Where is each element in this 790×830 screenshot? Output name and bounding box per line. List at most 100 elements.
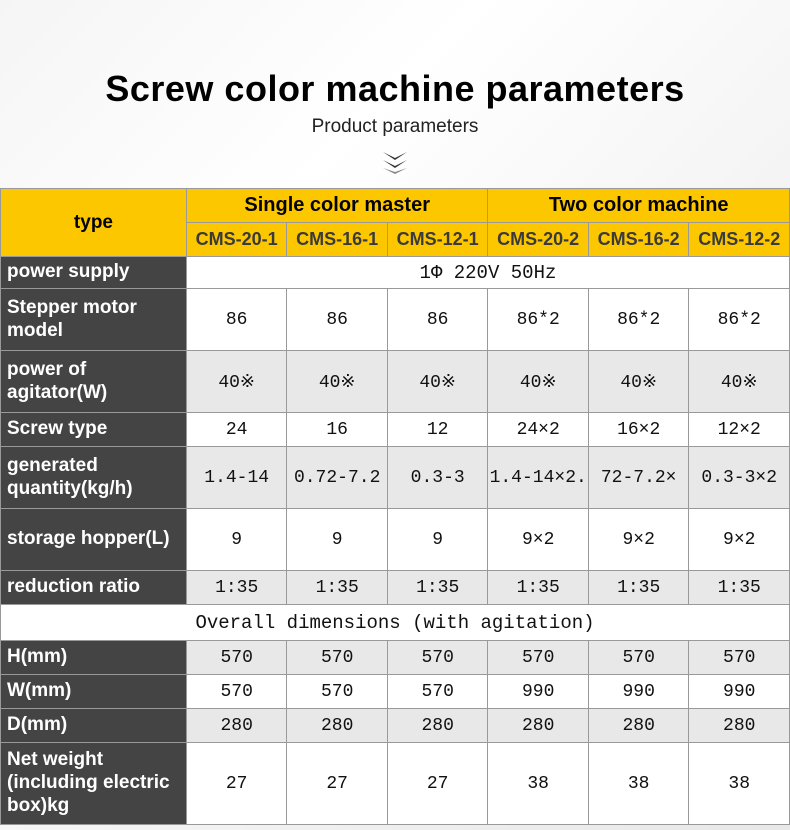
data-cell: 38 — [588, 743, 689, 825]
header-group-two: Two color machine — [488, 189, 790, 223]
data-cell: 12 — [387, 413, 488, 447]
row-d: D(mm) 280 280 280 280 280 280 — [1, 709, 790, 743]
data-cell: 1:35 — [689, 571, 790, 605]
data-cell: 570 — [588, 641, 689, 675]
row-label: reduction ratio — [1, 571, 187, 605]
data-cell: 1:35 — [488, 571, 589, 605]
row-stepper: Stepper motor model 86 86 86 86*2 86*2 8… — [1, 289, 790, 351]
model-cell: CMS-12-1 — [387, 223, 488, 257]
row-weight: Net weight (including electric box)kg 27… — [1, 743, 790, 825]
data-cell: 86 — [287, 289, 388, 351]
header: Screw color machine parameters Product p… — [0, 0, 790, 174]
data-cell: 280 — [387, 709, 488, 743]
row-label: D(mm) — [1, 709, 187, 743]
data-cell: 1:35 — [287, 571, 388, 605]
data-cell: 38 — [689, 743, 790, 825]
data-cell: 72-7.2× — [588, 447, 689, 509]
data-cell: 40※ — [186, 351, 287, 413]
section-header: Overall dimensions (with agitation) — [1, 605, 790, 641]
data-cell: 86*2 — [689, 289, 790, 351]
data-cell: 9 — [387, 509, 488, 571]
data-cell: 1:35 — [387, 571, 488, 605]
row-generated: generated quantity(kg/h) 1.4-14 0.72-7.2… — [1, 447, 790, 509]
model-cell: CMS-12-2 — [689, 223, 790, 257]
row-label: power of agitator(W) — [1, 351, 187, 413]
data-cell: 86 — [387, 289, 488, 351]
data-cell: 280 — [689, 709, 790, 743]
data-cell: 1.4-14×2. — [488, 447, 589, 509]
row-label: power supply — [1, 257, 187, 289]
row-label: W(mm) — [1, 675, 187, 709]
data-cell: 280 — [287, 709, 388, 743]
row-agitator: power of agitator(W) 40※ 40※ 40※ 40※ 40※… — [1, 351, 790, 413]
data-cell: 570 — [287, 675, 388, 709]
table-header-row: type Single color master Two color machi… — [1, 189, 790, 223]
data-cell: 40※ — [588, 351, 689, 413]
data-cell: 16 — [287, 413, 388, 447]
data-cell: 570 — [186, 641, 287, 675]
row-power-supply: power supply 1Φ 220V 50Hz — [1, 257, 790, 289]
model-cell: CMS-16-1 — [287, 223, 388, 257]
row-label: H(mm) — [1, 641, 187, 675]
row-hopper: storage hopper(L) 9 9 9 9×2 9×2 9×2 — [1, 509, 790, 571]
data-cell: 40※ — [387, 351, 488, 413]
data-cell: 27 — [186, 743, 287, 825]
data-cell: 40※ — [287, 351, 388, 413]
data-cell: 24×2 — [488, 413, 589, 447]
data-cell: 86*2 — [488, 289, 589, 351]
data-cell: 9 — [287, 509, 388, 571]
data-cell: 27 — [287, 743, 388, 825]
data-cell: 570 — [287, 641, 388, 675]
data-cell: 570 — [689, 641, 790, 675]
data-cell: 280 — [588, 709, 689, 743]
data-cell: 27 — [387, 743, 488, 825]
data-cell: 9×2 — [689, 509, 790, 571]
down-chevron-icon — [0, 152, 790, 174]
model-cell: CMS-20-2 — [488, 223, 589, 257]
page-subtitle: Product parameters — [0, 116, 790, 138]
data-cell: 570 — [186, 675, 287, 709]
data-cell: 1:35 — [588, 571, 689, 605]
data-cell: 38 — [488, 743, 589, 825]
page-title: Screw color machine parameters — [0, 68, 790, 110]
data-cell: 990 — [588, 675, 689, 709]
row-label: Stepper motor model — [1, 289, 187, 351]
row-w: W(mm) 570 570 570 990 990 990 — [1, 675, 790, 709]
data-cell: 9×2 — [488, 509, 589, 571]
power-supply-value: 1Φ 220V 50Hz — [186, 257, 789, 289]
data-cell: 280 — [186, 709, 287, 743]
data-cell: 1.4-14 — [186, 447, 287, 509]
row-screw-type: Screw type 24 16 12 24×2 16×2 12×2 — [1, 413, 790, 447]
data-cell: 12×2 — [689, 413, 790, 447]
data-cell: 570 — [387, 675, 488, 709]
data-cell: 9 — [186, 509, 287, 571]
data-cell: 0.72-7.2 — [287, 447, 388, 509]
data-cell: 9×2 — [588, 509, 689, 571]
data-cell: 570 — [387, 641, 488, 675]
row-h: H(mm) 570 570 570 570 570 570 — [1, 641, 790, 675]
data-cell: 990 — [488, 675, 589, 709]
parameter-table: type Single color master Two color machi… — [0, 188, 790, 825]
data-cell: 0.3-3×2 — [689, 447, 790, 509]
model-cell: CMS-16-2 — [588, 223, 689, 257]
row-label: Screw type — [1, 413, 187, 447]
data-cell: 40※ — [689, 351, 790, 413]
data-cell: 280 — [488, 709, 589, 743]
data-cell: 570 — [488, 641, 589, 675]
data-cell: 86 — [186, 289, 287, 351]
data-cell: 24 — [186, 413, 287, 447]
row-label: Net weight (including electric box)kg — [1, 743, 187, 825]
data-cell: 990 — [689, 675, 790, 709]
model-cell: CMS-20-1 — [186, 223, 287, 257]
row-reduction: reduction ratio 1:35 1:35 1:35 1:35 1:35… — [1, 571, 790, 605]
data-cell: 16×2 — [588, 413, 689, 447]
header-group-single: Single color master — [186, 189, 488, 223]
data-cell: 86*2 — [588, 289, 689, 351]
data-cell: 1:35 — [186, 571, 287, 605]
data-cell: 0.3-3 — [387, 447, 488, 509]
row-label: generated quantity(kg/h) — [1, 447, 187, 509]
row-label: storage hopper(L) — [1, 509, 187, 571]
row-section-dims: Overall dimensions (with agitation) — [1, 605, 790, 641]
header-type: type — [1, 189, 187, 257]
data-cell: 40※ — [488, 351, 589, 413]
